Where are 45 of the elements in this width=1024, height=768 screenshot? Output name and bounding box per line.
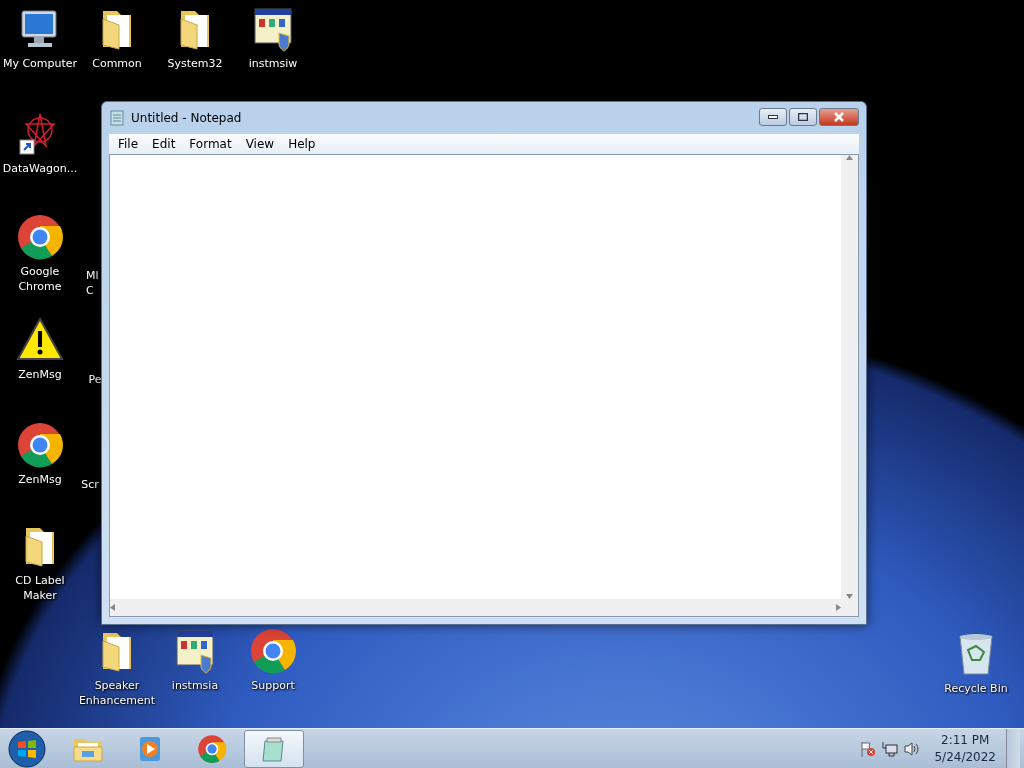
menu-item[interactable]: View: [238, 137, 282, 151]
menu-item[interactable]: Help: [281, 137, 323, 151]
icon-label[interactable]: Support: [251, 678, 295, 693]
icon-label[interactable]: CD Label Maker: [1, 573, 79, 603]
icon-label[interactable]: Google Chrome: [1, 264, 79, 294]
clock-time: 2:11 PM: [941, 731, 990, 749]
menu-item[interactable]: Format: [182, 137, 239, 151]
icon-label[interactable]: instmsiw: [248, 56, 298, 71]
icon-label[interactable]: ZenMsg: [18, 367, 62, 382]
scroll-left-icon: [110, 604, 115, 611]
chrome-icon: [16, 421, 64, 469]
horizontal-scrollbar[interactable]: [110, 599, 841, 616]
network-icon[interactable]: [882, 740, 899, 757]
close-icon: [833, 112, 845, 122]
icon-label[interactable]: My Computer: [2, 56, 78, 71]
icon-label[interactable]: Pe: [88, 372, 102, 387]
clock-date: 5/24/2022: [934, 748, 996, 766]
icon-label[interactable]: ZenMsg: [18, 472, 62, 487]
clock[interactable]: 2:11 PM 5/24/2022: [934, 731, 996, 766]
icon-label[interactable]: Scr: [81, 477, 99, 492]
vertical-scrollbar[interactable]: [841, 155, 858, 599]
icon-label[interactable]: Common: [92, 56, 142, 71]
flag-error-icon[interactable]: [860, 740, 877, 757]
taskbar-button[interactable]: [244, 729, 304, 768]
minimize-button[interactable]: [759, 108, 787, 126]
icon-label[interactable]: Recycle Bin: [944, 681, 1008, 696]
chrome-icon: [16, 213, 64, 261]
icon-label[interactable]: Speaker Enhancement: [78, 678, 156, 708]
minimize-icon: [768, 115, 778, 119]
close-button[interactable]: [819, 108, 859, 126]
notepad-icon: [109, 110, 125, 126]
icon-label[interactable]: DataWagon...: [2, 161, 78, 176]
speaker-icon[interactable]: [904, 740, 921, 757]
window-title: Untitled - Notepad: [131, 111, 243, 125]
chrome-icon: [249, 627, 297, 675]
chrome-icon: [197, 733, 227, 764]
windows-logo-icon: [8, 729, 46, 768]
show-desktop-button[interactable]: [1006, 728, 1020, 768]
maximize-icon: [798, 113, 808, 121]
maximize-button[interactable]: [789, 108, 817, 126]
icon-label[interactable]: Ml C: [86, 268, 104, 298]
icon-label[interactable]: System32: [167, 56, 223, 71]
menu-item[interactable]: Edit: [145, 137, 183, 151]
icon-label[interactable]: instmsia: [171, 678, 219, 693]
menu-item[interactable]: File: [111, 137, 146, 151]
